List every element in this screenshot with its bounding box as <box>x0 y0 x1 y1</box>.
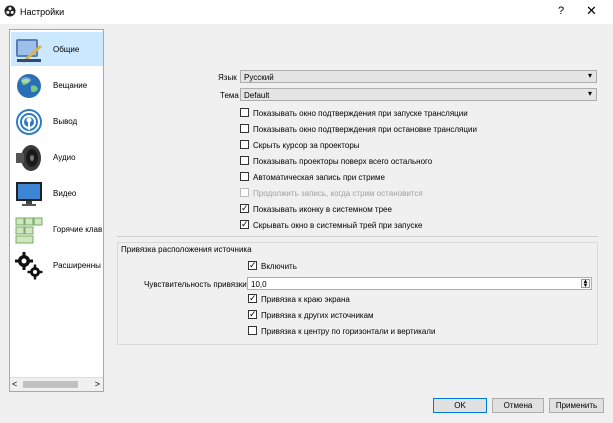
ok-button[interactable]: OK <box>433 398 487 413</box>
checkbox-label: Показывать проекторы поверх всего осталь… <box>253 157 433 166</box>
sidebar-item-audio[interactable]: Аудио <box>11 140 103 174</box>
section-divider <box>117 236 598 237</box>
sidebar-item-output[interactable]: Вывод <box>11 104 103 138</box>
sidebar-item-hotkeys[interactable]: Горячие клав <box>11 212 103 246</box>
speaker-icon <box>14 143 44 173</box>
scroll-right-icon[interactable]: > <box>95 379 100 389</box>
theme-label: Тема <box>220 91 239 100</box>
sidebar-item-stream[interactable]: Вещание <box>11 68 103 102</box>
scrollbar-thumb[interactable] <box>23 381 78 388</box>
checkbox-label: Скрыть курсор за проекторы <box>253 141 360 150</box>
language-select[interactable]: Русский ▾ <box>240 70 597 83</box>
checkbox[interactable]: ✓ <box>248 293 257 303</box>
sensitivity-label: Чувствительность привязки <box>144 280 247 289</box>
snapping-group-title: Привязка расположения источника <box>121 245 252 254</box>
checkbox[interactable]: ✓ <box>240 203 249 213</box>
chevron-down-icon: ▾ <box>587 89 592 98</box>
checkbox <box>240 188 249 197</box>
horizontal-scrollbar[interactable]: < > <box>10 377 103 391</box>
settings-category-list: Общие Вещание Вывод Аудио Видео Горячие … <box>9 29 104 392</box>
checkbox[interactable] <box>240 172 249 181</box>
apply-button[interactable]: Применить <box>549 398 604 413</box>
help-button[interactable]: ? <box>558 5 564 17</box>
theme-value: Default <box>244 91 270 100</box>
sidebar-item-general[interactable]: Общие <box>11 32 103 66</box>
language-value: Русский <box>244 73 274 82</box>
checkbox-label: Продолжить запись, когда стрим остановит… <box>253 189 423 198</box>
monitor-icon <box>14 179 44 209</box>
sidebar-item-label: Расширенны <box>53 261 101 270</box>
checkmark-icon: ✓ <box>241 203 249 213</box>
globe-icon <box>14 71 44 101</box>
snapping-enable-label: Включить <box>261 262 297 271</box>
language-label: Язык <box>218 73 237 82</box>
checkbox-label: Показывать окно подтверждения при запуск… <box>253 109 468 118</box>
chevron-down-icon: ▾ <box>587 71 592 80</box>
sensitivity-spinbox[interactable]: 10,0 ▲ ▼ <box>247 277 592 290</box>
output-broadcast-icon <box>14 107 44 137</box>
keyboard-icon <box>14 215 44 245</box>
checkmark-icon: ✓ <box>249 293 257 303</box>
cancel-button[interactable]: Отмена <box>492 398 544 413</box>
close-button[interactable]: ✕ <box>586 3 597 19</box>
snapping-enable-checkbox[interactable]: ✓ <box>248 260 257 270</box>
theme-select[interactable]: Default ▾ <box>240 88 597 101</box>
general-settings-icon <box>14 35 44 65</box>
sidebar-item-label: Вывод <box>53 117 78 126</box>
checkbox-label: Привязка к других источникам <box>261 311 374 320</box>
title-bar: Настройки ? ✕ <box>0 0 613 24</box>
checkbox[interactable]: ✓ <box>248 309 257 319</box>
checkbox-label: Автоматическая запись при стриме <box>253 173 385 182</box>
spin-arrows-icon[interactable]: ▲ ▼ <box>581 279 590 289</box>
checkbox[interactable] <box>240 108 249 117</box>
obs-logo-icon <box>4 5 16 17</box>
checkbox[interactable]: ✓ <box>240 219 249 229</box>
checkbox-label: Привязка к краю экрана <box>261 295 350 304</box>
sidebar-item-advanced[interactable]: Расширенны <box>11 248 103 282</box>
sidebar-item-label: Общие <box>53 45 80 54</box>
checkmark-icon: ✓ <box>249 309 257 319</box>
checkbox-label: Показывать окно подтверждения при остано… <box>253 125 477 134</box>
checkmark-icon: ✓ <box>241 219 249 229</box>
checkbox-label: Привязка к центру по горизонтали и верти… <box>261 327 436 336</box>
sidebar-item-label: Аудио <box>53 153 76 162</box>
sensitivity-value: 10,0 <box>251 280 267 289</box>
sidebar-item-label: Видео <box>53 189 77 198</box>
checkbox-label: Показывать иконку в системном трее <box>253 205 392 214</box>
scroll-left-icon[interactable]: < <box>12 379 17 389</box>
gears-icon <box>14 251 44 281</box>
checkbox[interactable] <box>240 140 249 149</box>
sidebar-item-label: Горячие клав <box>53 225 103 234</box>
checkbox-label: Скрывать окно в системный трей при запус… <box>253 221 423 230</box>
checkbox[interactable] <box>240 156 249 165</box>
checkbox[interactable] <box>240 124 249 133</box>
checkbox[interactable] <box>248 326 257 335</box>
sidebar-item-video[interactable]: Видео <box>11 176 103 210</box>
sidebar-item-label: Вещание <box>53 81 88 90</box>
window-title: Настройки <box>20 7 65 17</box>
checkmark-icon: ✓ <box>249 260 257 270</box>
